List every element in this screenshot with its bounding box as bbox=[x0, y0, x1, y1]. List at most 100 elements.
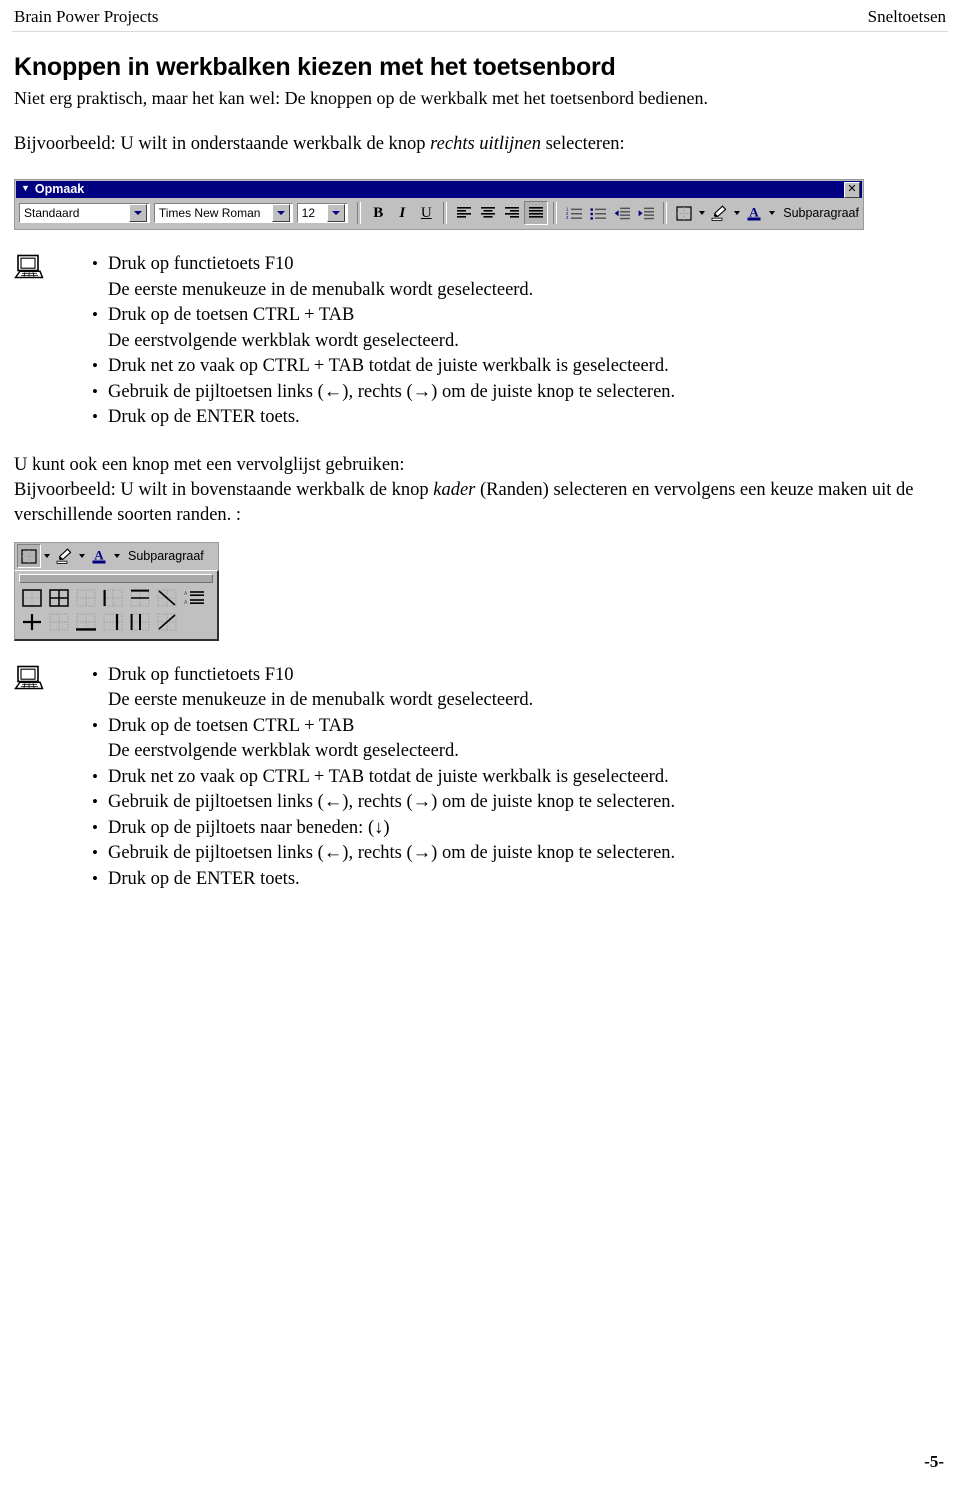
increase-indent-button[interactable] bbox=[634, 201, 658, 225]
toolbar-title-bar[interactable]: ▼ Opmaak ✕ bbox=[16, 181, 862, 198]
list-item: Druk op de toetsen CTRL + TAB De eerstvo… bbox=[92, 713, 946, 765]
chevron-down-icon[interactable] bbox=[128, 204, 147, 222]
borders-flyout-panel[interactable]: A A bbox=[14, 569, 219, 641]
list-item: Druk op de ENTER toets. bbox=[92, 404, 946, 431]
border-left-right-option[interactable] bbox=[127, 611, 153, 634]
step-main-text: Druk op functietoets F10 bbox=[108, 254, 294, 274]
style-combo-value: Standaard bbox=[24, 206, 80, 220]
list-item: Druk net zo vaak op CTRL + TAB totdat de… bbox=[92, 353, 946, 380]
border-bottom-thick-option[interactable] bbox=[73, 611, 99, 634]
highlight-dropdown-arrow[interactable] bbox=[76, 544, 87, 568]
borders-button[interactable] bbox=[672, 201, 696, 225]
font-color-button[interactable]: A bbox=[87, 544, 111, 568]
list-item: Gebruik de pijltoetsen links (←), rechts… bbox=[92, 840, 946, 867]
toolbar-separator bbox=[443, 202, 448, 224]
borders-dropdown-arrow[interactable] bbox=[41, 544, 52, 568]
running-header: Brain Power Projects Sneltoetsen bbox=[14, 6, 946, 32]
border-top-bottom-icon bbox=[130, 589, 150, 607]
bold-button[interactable]: B bbox=[366, 201, 390, 225]
steps-block-second: Druk op functietoets F10 De eerste menuk… bbox=[14, 662, 946, 893]
justify-button[interactable] bbox=[524, 201, 549, 225]
page-title: Knoppen in werkbalken kiezen met het toe… bbox=[14, 53, 616, 81]
italic-button[interactable]: I bbox=[390, 201, 414, 225]
step-sub-text: De eerste menukeuze in de menubalk wordt… bbox=[108, 279, 534, 300]
list-item: Druk op de pijltoets naar beneden: (↓) bbox=[92, 815, 946, 842]
font-size-combo[interactable]: 12 bbox=[296, 203, 349, 223]
border-inside-vertical-option[interactable] bbox=[100, 611, 126, 634]
highlight-button[interactable] bbox=[52, 544, 76, 568]
align-center-button[interactable] bbox=[476, 201, 500, 225]
svg-text:A: A bbox=[750, 205, 760, 220]
step-main-text: Druk op de toetsen CTRL + TAB bbox=[108, 715, 355, 736]
step-sub-text: De eerstvolgende werkblak wordt geselect… bbox=[108, 330, 459, 351]
borders-button[interactable] bbox=[17, 544, 41, 568]
underline-button[interactable]: U bbox=[414, 201, 438, 225]
font-combo[interactable]: Times New Roman bbox=[153, 203, 293, 223]
steps-list-second: Druk op functietoets F10 De eerste menuk… bbox=[14, 662, 946, 893]
border-none-option[interactable] bbox=[73, 587, 99, 610]
computer-icon bbox=[14, 254, 44, 282]
borders-flyout-toolbar-strip: A Subparagraaf bbox=[14, 541, 219, 570]
chevron-down-icon[interactable] bbox=[327, 204, 346, 222]
toolbar-separator bbox=[553, 202, 558, 224]
example-intro-after: selecteren: bbox=[540, 134, 625, 154]
step-main-text: Druk net zo vaak op CTRL + TAB totdat de… bbox=[108, 766, 669, 787]
border-diagonal-down-option[interactable] bbox=[154, 587, 180, 610]
step-sub-text: De eerste menukeuze in de menubalk wordt… bbox=[108, 690, 534, 710]
formatting-toolbar[interactable]: ▼ Opmaak ✕ Standaard Times New Roman 12 bbox=[14, 179, 864, 230]
subparagraph-label[interactable]: Subparagraaf bbox=[783, 206, 859, 220]
formatting-toolbar-figure: ▼ Opmaak ✕ Standaard Times New Roman 12 bbox=[14, 179, 946, 230]
borders-dropdown-arrow[interactable] bbox=[696, 201, 707, 225]
example-intro-before: Bijvoorbeeld: U wilt in onderstaande wer… bbox=[14, 134, 431, 154]
border-all-option[interactable] bbox=[46, 587, 72, 610]
borders-icon bbox=[21, 548, 37, 564]
flyout-drag-handle[interactable] bbox=[19, 573, 213, 583]
border-inside-grid-option[interactable] bbox=[46, 611, 72, 634]
decrease-indent-button[interactable] bbox=[610, 201, 634, 225]
style-combo[interactable]: Standaard bbox=[19, 203, 150, 223]
font-color-button[interactable]: A bbox=[742, 201, 766, 225]
border-left-option[interactable] bbox=[100, 587, 126, 610]
page-footer: -5- bbox=[14, 1452, 944, 1472]
border-inside-cross-option[interactable] bbox=[19, 611, 45, 634]
font-color-icon: A bbox=[92, 548, 106, 564]
numbered-list-button[interactable]: 123 bbox=[562, 201, 586, 225]
step-main-text: Druk op de toetsen CTRL + TAB bbox=[108, 305, 355, 325]
border-text-option[interactable]: A A bbox=[181, 587, 207, 610]
align-left-button[interactable] bbox=[452, 201, 476, 225]
step-main-text: Druk op de ENTER toets. bbox=[108, 868, 300, 889]
align-left-icon bbox=[457, 206, 472, 218]
lead-paragraph: Niet erg praktisch, maar het kan wel: De… bbox=[14, 88, 708, 108]
step-main-text: Gebruik de pijltoetsen links (←), rechts… bbox=[108, 381, 676, 402]
followup-intro-line: U kunt ook een knop met een vervolglijst… bbox=[14, 454, 405, 475]
border-diagonal-down-icon bbox=[157, 589, 177, 607]
toolbar-button-row: Standaard Times New Roman 12 B I U 1 2 3… bbox=[16, 198, 862, 228]
subparagraph-label[interactable]: Subparagraaf bbox=[128, 549, 204, 563]
decrease-indent-icon bbox=[614, 207, 630, 219]
page-number: -5- bbox=[924, 1452, 944, 1471]
border-inside-cross-icon bbox=[23, 614, 41, 630]
align-center-icon bbox=[481, 206, 496, 218]
svg-text:A: A bbox=[94, 548, 104, 563]
font-color-dropdown-arrow[interactable] bbox=[111, 544, 122, 568]
align-right-button[interactable] bbox=[500, 201, 524, 225]
border-outside-option[interactable] bbox=[19, 587, 45, 610]
border-top-bottom-option[interactable] bbox=[127, 587, 153, 610]
highlight-dropdown-arrow[interactable] bbox=[731, 201, 742, 225]
chevron-down-icon[interactable] bbox=[271, 204, 290, 222]
bold-icon: B bbox=[373, 204, 384, 221]
step-main-text: Druk op functietoets F10 bbox=[108, 664, 294, 685]
svg-text:A: A bbox=[184, 600, 188, 606]
step-main-text: Druk op de pijltoets naar beneden: (↓) bbox=[108, 817, 390, 838]
bulleted-list-button[interactable] bbox=[586, 201, 610, 225]
steps-list-first: Druk op functietoets F10 De eerste menuk… bbox=[14, 251, 946, 431]
border-diagonal-up-option[interactable] bbox=[154, 611, 180, 634]
justify-icon bbox=[529, 206, 544, 218]
highlight-button[interactable] bbox=[707, 201, 731, 225]
border-all-icon bbox=[49, 589, 69, 607]
font-color-dropdown-arrow[interactable] bbox=[766, 201, 777, 225]
borders-icon bbox=[676, 205, 692, 221]
toolbar-separator bbox=[663, 202, 668, 224]
close-icon[interactable]: ✕ bbox=[844, 182, 860, 198]
example-intro-emphasis: rechts uitlijnen bbox=[430, 134, 541, 154]
